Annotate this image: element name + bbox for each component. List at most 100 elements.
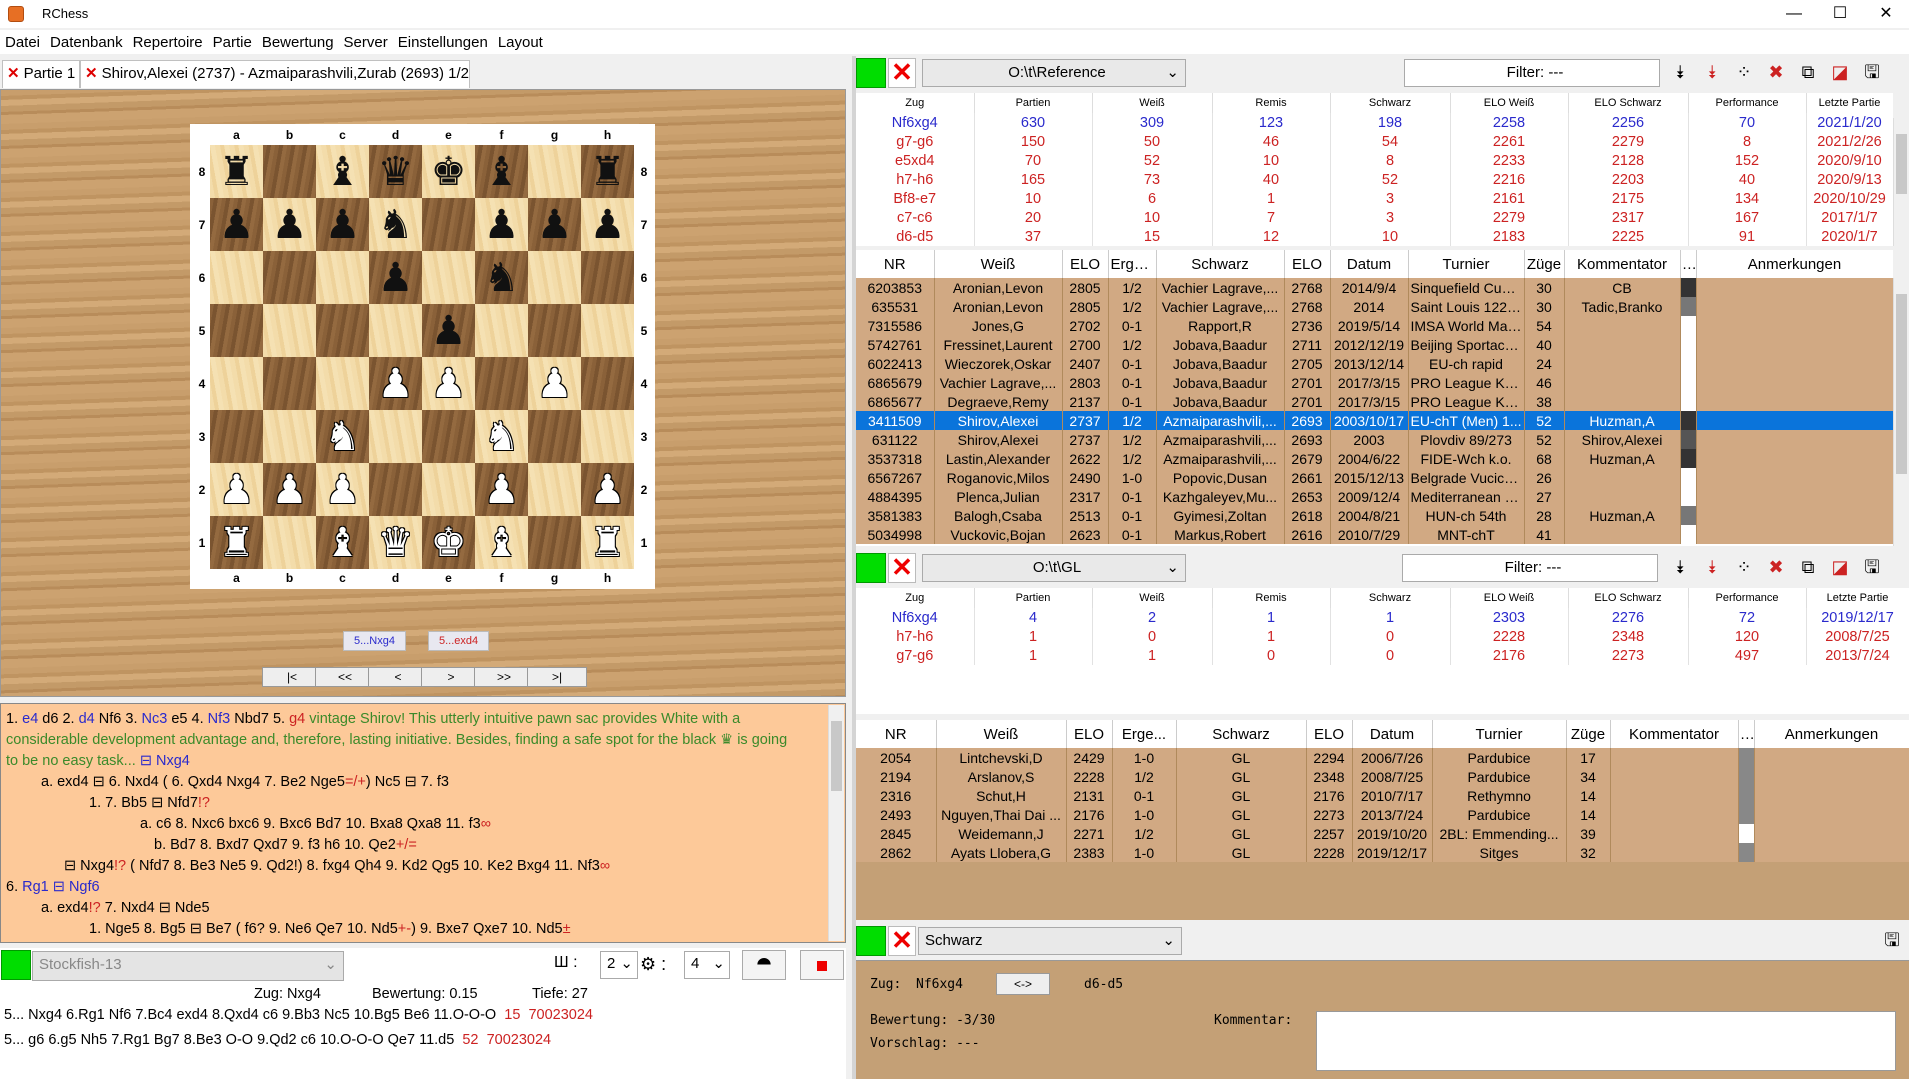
table-row[interactable]: 4884395 Plenca,Julian 2317 0-1 Kazhgaleyev,M…: [856, 487, 1893, 506]
stats-row[interactable]: Nf6xg4 630 309 123 198 2258 2256 70 2021/1/20: [856, 113, 1893, 132]
filter-arrows-red-icon[interactable]: ⯯: [1698, 553, 1726, 581]
square-a3[interactable]: [210, 410, 263, 463]
white-king-piece[interactable]: ♚: [431, 523, 467, 563]
square-b8[interactable]: [263, 145, 316, 198]
white-rook-piece[interactable]: ♜: [219, 523, 255, 563]
column-header[interactable]: Weiß: [1092, 588, 1213, 608]
nav-last-button[interactable]: >|: [527, 667, 587, 687]
column-header[interactable]: Schwarz: [1330, 93, 1451, 113]
white-pawn-piece[interactable]: ♟: [590, 470, 626, 510]
column-header[interactable]: Anmerkungen: [1754, 720, 1909, 748]
engine-stop-button[interactable]: [800, 950, 844, 980]
column-header[interactable]: Weiß: [1092, 93, 1213, 113]
chart-icon[interactable]: ◪: [1826, 553, 1854, 581]
white-queen-piece[interactable]: ♛: [378, 523, 414, 563]
square-b6[interactable]: [263, 251, 316, 304]
black-pawn-piece[interactable]: ♟: [484, 205, 520, 245]
square-a5[interactable]: [210, 304, 263, 357]
column-header[interactable]: Performance: [1688, 588, 1807, 608]
column-header[interactable]: Weiß: [934, 250, 1063, 278]
column-header[interactable]: Datum: [1352, 720, 1433, 748]
column-header[interactable]: Performance: [1688, 93, 1807, 113]
stats-row[interactable]: g7-g6 150 50 46 54 2261 2279 8 2021/2/26: [856, 132, 1893, 151]
menu-repertoire[interactable]: Repertoire: [128, 30, 208, 51]
chart-icon[interactable]: ◪: [1826, 58, 1854, 86]
table-row[interactable]: 2316 Schut,H 2131 0-1 GL 2176 2010/7/17 Rethymn…: [856, 786, 1909, 805]
square-b4[interactable]: [263, 357, 316, 410]
square-d3[interactable]: [369, 410, 422, 463]
menu-einstellungen[interactable]: Einstellungen: [393, 30, 493, 51]
column-header[interactable]: Erge...: [1112, 720, 1177, 748]
column-header[interactable]: Zug: [856, 588, 975, 608]
repertoire-active-button[interactable]: [856, 926, 886, 956]
square-h3[interactable]: [581, 410, 634, 463]
notation-scrollbar[interactable]: [828, 705, 844, 941]
white-rook-piece[interactable]: ♜: [590, 523, 626, 563]
column-header[interactable]: Schwarz: [1176, 720, 1307, 748]
stats-row[interactable]: Bf8-e7 10 6 1 3 2161 2175 134 2020/10/29: [856, 189, 1893, 208]
engine-line-1[interactable]: 5... Nxg4 6.Rg1 Nf6 7.Bc4 exd4 8.Qxd4 c6…: [4, 1007, 593, 1023]
square-g6[interactable]: [528, 251, 581, 304]
column-header[interactable]: ELO Schwarz: [1568, 588, 1689, 608]
ref-games-scrollbar[interactable]: [1893, 278, 1909, 546]
square-a8[interactable]: ♜: [210, 145, 263, 198]
black-pawn-piece[interactable]: ♟: [219, 205, 255, 245]
square-e7[interactable]: [422, 198, 475, 251]
square-e2[interactable]: [422, 463, 475, 516]
engine-line-2[interactable]: 5... g6 6.g5 Nh5 7.Rg1 Bg7 8.Be3 O-O 9.Q…: [4, 1032, 551, 1048]
menu-layout[interactable]: Layout: [493, 30, 548, 51]
square-e3[interactable]: [422, 410, 475, 463]
column-header[interactable]: Remis: [1212, 93, 1331, 113]
engine-start-button[interactable]: [1, 950, 31, 980]
table-row[interactable]: 2862 Ayats Llobera,G 2383 1-0 GL 2228 2019/12/…: [856, 843, 1909, 862]
table-row[interactable]: 5742761 Fressinet,Laurent 2700 1/2 Jobava,Ba…: [856, 335, 1893, 354]
square-f1[interactable]: ♝: [475, 516, 528, 569]
column-header[interactable]: Kommentator: [1564, 250, 1681, 278]
clear-filter-icon[interactable]: ✖: [1762, 553, 1790, 581]
black-knight-piece[interactable]: ♞: [378, 205, 414, 245]
column-header[interactable]: Anmerkungen: [1696, 250, 1893, 278]
square-e1[interactable]: ♚: [422, 516, 475, 569]
black-pawn-piece[interactable]: ♟: [272, 205, 308, 245]
gl-db-active-button[interactable]: [856, 553, 886, 583]
table-row[interactable]: 631122 Shirov,Alexei 2737 1/2 Azmaiparashvil…: [856, 430, 1893, 449]
column-header[interactable]: Schwarz: [1156, 250, 1285, 278]
menu-datei[interactable]: Datei: [0, 30, 45, 51]
column-header[interactable]: ELO: [1066, 720, 1113, 748]
square-b2[interactable]: ♟: [263, 463, 316, 516]
white-bishop-piece[interactable]: ♝: [325, 523, 361, 563]
white-pawn-piece[interactable]: ♟: [272, 470, 308, 510]
black-pawn-piece[interactable]: ♟: [325, 205, 361, 245]
table-row[interactable]: 6865677 Degraeve,Remy 2137 0-1 Jobava,Baadur…: [856, 392, 1893, 411]
column-header[interactable]: Partien: [974, 93, 1093, 113]
square-d8[interactable]: ♛: [369, 145, 422, 198]
chess-board[interactable]: ♜ ♝ ♛ ♚ ♝ ♜ ♟ ♟ ♟ ♞ ♟ ♟ ♟ ♟ ♞ ♟ ♟ ♟ ♟ ♞ ♞ ♟ ♟ ♟ ♟ ♟ ♜ ♝ ♛ ♚ ♝ ♜: [210, 145, 634, 569]
white-knight-piece[interactable]: ♞: [325, 417, 361, 457]
engine-select[interactable]: Stockfish-13 ⌄: [32, 951, 344, 981]
square-c1[interactable]: ♝: [316, 516, 369, 569]
nav-back-fast-button[interactable]: <<: [315, 667, 375, 687]
column-header[interactable]: NR: [856, 720, 937, 748]
square-g4[interactable]: ♟: [528, 357, 581, 410]
nav-forward-fast-button[interactable]: >>: [474, 667, 534, 687]
square-h1[interactable]: ♜: [581, 516, 634, 569]
square-f7[interactable]: ♟: [475, 198, 528, 251]
filter-arrows-red-icon[interactable]: ⯯: [1698, 58, 1726, 86]
black-bishop-piece[interactable]: ♝: [325, 152, 361, 192]
square-a1[interactable]: ♜: [210, 516, 263, 569]
square-a4[interactable]: [210, 357, 263, 410]
square-f3[interactable]: ♞: [475, 410, 528, 463]
nav-first-button[interactable]: |<: [262, 667, 322, 687]
gl-db-path-select[interactable]: O:\t\GL ⌄: [922, 554, 1186, 582]
nav-forward-button[interactable]: >: [421, 667, 481, 687]
ref-db-active-button[interactable]: [856, 58, 886, 88]
column-header[interactable]: Züge: [1566, 720, 1611, 748]
square-h7[interactable]: ♟: [581, 198, 634, 251]
column-header[interactable]: ELO Schwarz: [1568, 93, 1689, 113]
square-h4[interactable]: [581, 357, 634, 410]
table-row[interactable]: 6865679 Vachier Lagrave,... 2803 0-1 Jobava,…: [856, 373, 1893, 392]
kommentar-field[interactable]: [1316, 1011, 1896, 1071]
square-d7[interactable]: ♞: [369, 198, 422, 251]
black-knight-piece[interactable]: ♞: [484, 258, 520, 298]
column-header[interactable]: NR: [856, 250, 935, 278]
